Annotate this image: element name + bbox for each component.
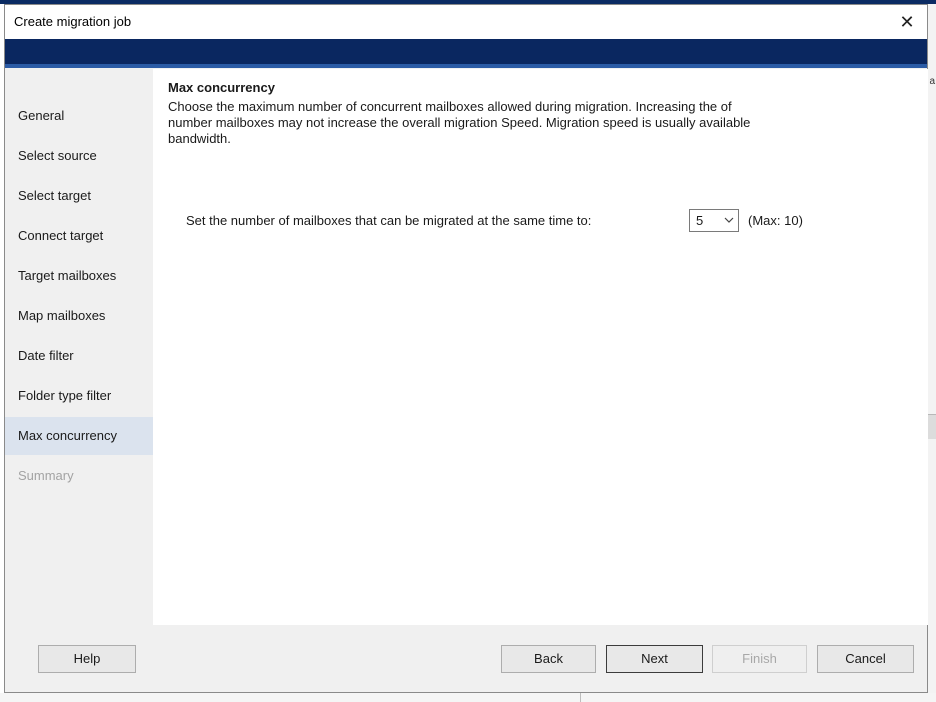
step-max-concurrency[interactable]: Max concurrency: [5, 417, 153, 455]
background-app-bottom-edge: [0, 693, 936, 702]
help-button[interactable]: Help: [38, 645, 136, 673]
dialog-title: Create migration job: [14, 14, 132, 29]
dialog-titlebar: Create migration job ✕: [5, 5, 927, 39]
step-map-mailboxes[interactable]: Map mailboxes: [5, 297, 153, 335]
page-title: Max concurrency: [168, 80, 275, 95]
close-icon[interactable]: ✕: [887, 5, 927, 39]
max-note: (Max: 10): [748, 213, 803, 228]
concurrency-label: Set the number of mailboxes that can be …: [186, 213, 592, 228]
description-line: Choose the maximum number of concurrent …: [168, 99, 732, 114]
step-general[interactable]: General: [5, 97, 153, 135]
wizard-steps: General Select source Select target Conn…: [5, 69, 153, 625]
background-text-fragment: a: [929, 76, 935, 87]
step-target-mailboxes[interactable]: Target mailboxes: [5, 257, 153, 295]
next-button[interactable]: Next: [606, 645, 703, 673]
background-divider: [580, 693, 593, 702]
finish-button: Finish: [712, 645, 807, 673]
concurrency-value: 5: [696, 213, 704, 228]
back-button[interactable]: Back: [501, 645, 596, 673]
step-select-source[interactable]: Select source: [5, 137, 153, 175]
content-panel: Max concurrency Choose the maximum numbe…: [153, 69, 928, 625]
chevron-down-icon: [724, 214, 734, 229]
description-line: bandwidth.: [168, 131, 231, 146]
description-line: number mailboxes may not increase the ov…: [168, 115, 751, 130]
description: Choose the maximum number of concurrent …: [168, 99, 868, 147]
step-summary: Summary: [18, 468, 74, 483]
dialog-banner: [5, 39, 927, 68]
create-migration-job-dialog: Create migration job ✕ General Select so…: [4, 4, 928, 693]
step-date-filter[interactable]: Date filter: [5, 337, 153, 375]
concurrency-select[interactable]: 5: [689, 209, 739, 232]
step-select-target[interactable]: Select target: [5, 177, 153, 215]
step-connect-target[interactable]: Connect target: [5, 217, 153, 255]
background-app-right-edge: a: [928, 4, 936, 702]
step-folder-type-filter[interactable]: Folder type filter: [5, 377, 153, 415]
background-separator: [928, 414, 936, 439]
cancel-button[interactable]: Cancel: [817, 645, 914, 673]
